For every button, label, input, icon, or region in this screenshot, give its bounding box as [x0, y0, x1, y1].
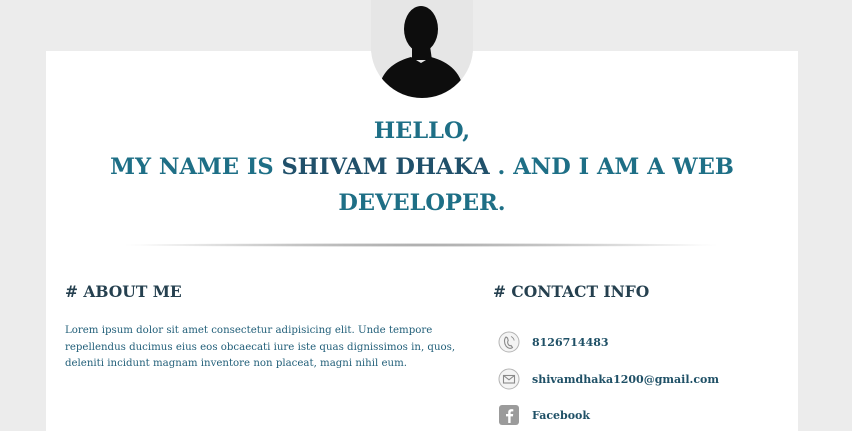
avatar — [371, 0, 473, 98]
contact-email[interactable]: shivamdhaka1200@gmail.com — [498, 368, 719, 390]
email-icon — [498, 368, 520, 390]
section-divider — [126, 243, 716, 247]
hero-line-3: DEVELOPER. — [338, 190, 506, 216]
contact-title: # CONTACT INFO — [493, 282, 650, 301]
contact-phone[interactable]: 8126714483 — [498, 331, 609, 353]
phone-number[interactable]: 8126714483 — [532, 336, 609, 349]
facebook-icon — [499, 405, 519, 425]
about-title: # ABOUT ME — [65, 282, 182, 301]
hero-name: SHIVAM DHAKA — [281, 154, 490, 180]
phone-icon — [498, 331, 520, 353]
hero-line-2: MY NAME IS SHIVAM DHAKA . AND I AM A WEB — [46, 149, 798, 185]
contact-facebook[interactable]: Facebook — [498, 404, 590, 426]
about-text: Lorem ipsum dolor sit amet consectetur a… — [65, 325, 456, 369]
hero-heading: HELLO, MY NAME IS SHIVAM DHAKA . AND I A… — [46, 113, 798, 221]
email-address[interactable]: shivamdhaka1200@gmail.com — [532, 373, 719, 386]
hero-line-2-suffix: . AND I AM A WEB — [489, 154, 734, 180]
hero-line-2-prefix: MY NAME IS — [110, 154, 282, 180]
user-silhouette-icon — [371, 0, 473, 98]
hero-hello: HELLO, — [373, 118, 471, 144]
